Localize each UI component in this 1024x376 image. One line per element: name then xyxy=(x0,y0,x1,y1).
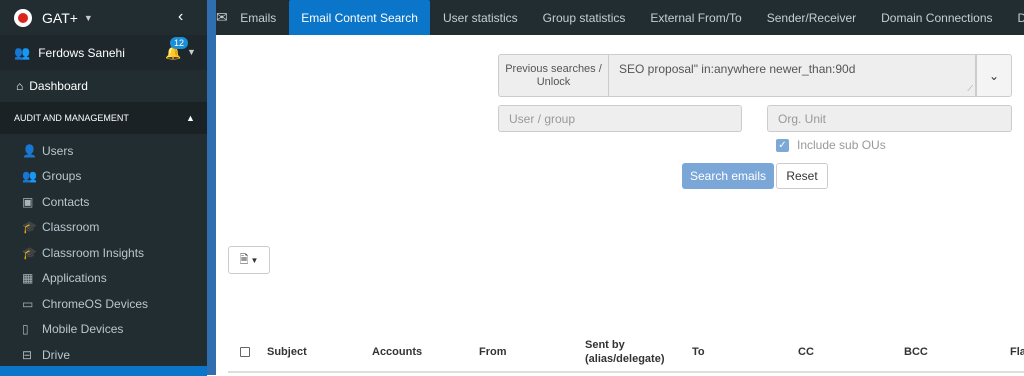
sidebar-item-label: Classroom Insights xyxy=(42,245,145,260)
export-button[interactable]: 🗎 ▼ xyxy=(228,246,270,274)
grid-icon: ▦ xyxy=(22,271,34,286)
column-header-cc[interactable]: CC xyxy=(798,333,814,371)
column-header-subject[interactable]: Subject xyxy=(267,333,307,371)
sidebar-section-label: AUDIT AND MANAGEMENT xyxy=(14,113,129,123)
sidebar-item-label: Users xyxy=(42,143,74,158)
table-header: Subject Accounts From Sent by (alias/del… xyxy=(228,333,1024,373)
check-icon[interactable]: ✓ xyxy=(776,138,789,152)
user-group-field[interactable]: User / group xyxy=(498,105,742,132)
app-title: GAT+ xyxy=(42,9,78,26)
sidebar-item-label: Dashboard xyxy=(29,79,88,93)
column-header-flags[interactable]: Fla xyxy=(1010,333,1024,371)
main-content: Previous searches / Unlock SEO proposal"… xyxy=(216,35,1024,375)
sidebar-item-users[interactable]: 👤 Users xyxy=(0,138,207,164)
user-group-placeholder: User / group xyxy=(509,112,576,126)
envelope-icon: ✉ xyxy=(216,9,228,25)
tab-external-from-to[interactable]: External From/To xyxy=(638,0,754,35)
sidebar-section-audit[interactable]: AUDIT AND MANAGEMENT ▲ xyxy=(0,102,207,134)
org-unit-placeholder: Org. Unit xyxy=(778,112,827,126)
sidebar-item-label: Mobile Devices xyxy=(42,322,124,337)
include-sub-ous-label: Include sub OUs xyxy=(797,138,886,152)
laptop-icon: ▭ xyxy=(22,296,34,311)
column-header-bcc[interactable]: BCC xyxy=(904,333,928,371)
users-icon: 👥 xyxy=(22,169,37,184)
sidebar: GAT+ ▼ ‹ 👥 Ferdows Sanehi 🔔 12 ▼ ⌂ Dashb… xyxy=(0,0,207,376)
column-header-to[interactable]: To xyxy=(692,333,705,371)
tab-sender-receiver[interactable]: Sender/Receiver xyxy=(754,0,868,35)
sidebar-item-applications[interactable]: ▦ Applications xyxy=(0,266,207,292)
resize-grip-icon[interactable]: ⟋ xyxy=(967,84,973,94)
top-nav: ✉ Emails Email Content Search User stati… xyxy=(216,0,1024,35)
reset-button[interactable]: Reset xyxy=(776,163,828,189)
sidebar-item-contacts[interactable]: ▣ Contacts xyxy=(0,189,207,215)
previous-searches-dropdown[interactable]: ⌄ xyxy=(976,54,1012,97)
search-emails-button[interactable]: Search emails xyxy=(682,163,774,189)
brand[interactable]: GAT+ ▼ ‹ xyxy=(0,0,207,35)
contact-card-icon: ▣ xyxy=(22,194,34,209)
sidebar-item-groups[interactable]: 👥 Groups xyxy=(0,164,207,190)
app-logo-icon xyxy=(14,8,32,27)
search-query-text: SEO proposal" in:anywhere newer_than:90d xyxy=(619,62,856,76)
sidebar-item-label: Contacts xyxy=(42,194,90,209)
tab-user-statistics[interactable]: User statistics xyxy=(430,0,530,35)
graduation-cap-icon: 🎓 xyxy=(22,220,37,235)
chevron-down-icon: ▼ xyxy=(250,255,259,265)
user-group-icon: 👥 xyxy=(14,44,31,60)
column-header-from[interactable]: From xyxy=(479,333,507,371)
collapse-sidebar-icon[interactable]: ‹ xyxy=(178,8,183,26)
tab-domain-connections[interactable]: Domain Connections xyxy=(869,0,1005,35)
tab-overflow[interactable]: D xyxy=(1005,0,1024,35)
hard-drive-icon: ⊟ xyxy=(22,347,33,362)
org-unit-field[interactable]: Org. Unit xyxy=(767,105,1012,132)
mobile-icon: ▯ xyxy=(22,322,29,337)
sidebar-item-label: ChromeOS Devices xyxy=(42,296,149,311)
previous-searches-label[interactable]: Previous searches / Unlock xyxy=(498,54,608,97)
sidebar-item-chromeos-devices[interactable]: ▭ ChromeOS Devices xyxy=(0,291,207,317)
user-panel[interactable]: 👥 Ferdows Sanehi 🔔 12 ▼ xyxy=(0,35,207,70)
sidebar-item-dashboard[interactable]: ⌂ Dashboard xyxy=(0,70,207,102)
user-icon: 👤 xyxy=(22,143,37,158)
tab-email-content-search[interactable]: Email Content Search xyxy=(288,0,431,35)
file-icon: 🗎 xyxy=(239,253,249,266)
sidebar-item-label: Drive xyxy=(42,347,71,362)
sidebar-scroll-edge xyxy=(207,0,216,375)
sidebar-item-drive[interactable]: ⊟ Drive xyxy=(0,342,207,368)
chevron-down-icon[interactable]: ▼ xyxy=(187,47,196,57)
notification-badge: 12 xyxy=(170,37,189,49)
search-query-input[interactable]: SEO proposal" in:anywhere newer_than:90d… xyxy=(608,54,976,97)
column-header-accounts[interactable]: Accounts xyxy=(372,333,422,371)
tab-group-statistics[interactable]: Group statistics xyxy=(530,0,638,35)
graduation-cap-search-icon: 🎓 xyxy=(22,245,37,260)
user-name: Ferdows Sanehi xyxy=(38,45,125,60)
chevron-up-icon: ▲ xyxy=(186,113,195,123)
sidebar-item-classroom[interactable]: 🎓 Classroom xyxy=(0,215,207,241)
sidebar-item-label: Classroom xyxy=(42,220,100,235)
sidebar-item-classroom-insights[interactable]: 🎓 Classroom Insights xyxy=(0,240,207,266)
sidebar-item-label: Groups xyxy=(42,169,82,184)
chevron-down-icon: ⌄ xyxy=(988,68,1000,83)
select-all-checkbox[interactable] xyxy=(240,347,250,357)
sidebar-item-mobile-devices[interactable]: ▯ Mobile Devices xyxy=(0,317,207,343)
tab-emails[interactable]: Emails xyxy=(228,0,289,35)
include-sub-ous[interactable]: ✓ Include sub OUs xyxy=(776,138,886,152)
sidebar-item-label: Applications xyxy=(42,271,107,286)
chevron-down-icon: ▼ xyxy=(83,12,93,23)
column-header-sent-by[interactable]: Sent by (alias/delegate) xyxy=(585,333,665,371)
home-icon: ⌂ xyxy=(16,79,24,93)
